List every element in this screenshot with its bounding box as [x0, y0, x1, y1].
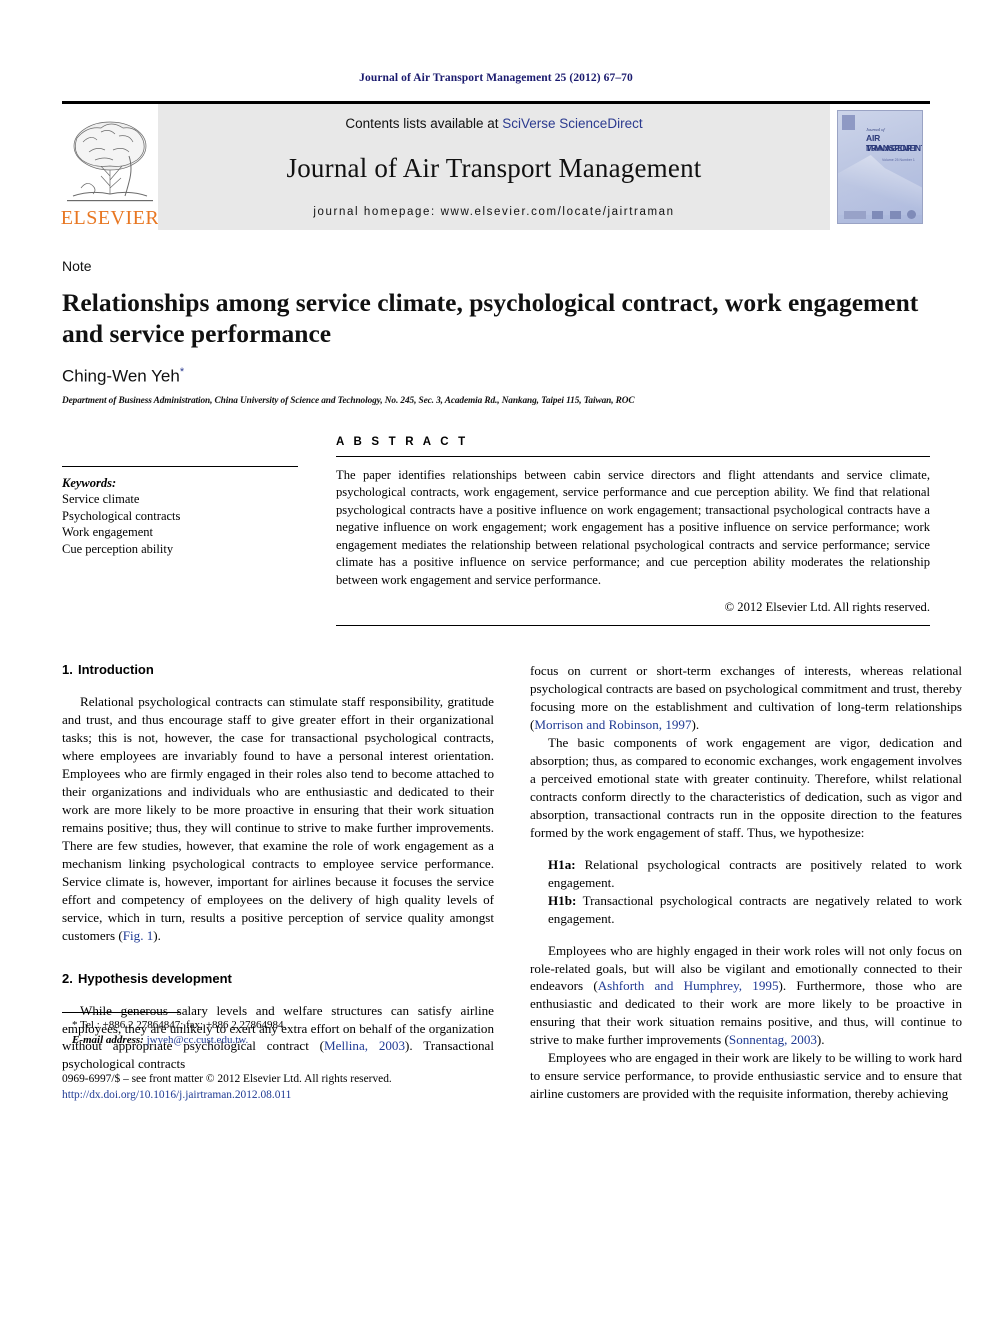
cover-journal-of-label: Journal of: [866, 127, 885, 132]
citation-ashforth-humphrey[interactable]: Ashforth and Humphrey, 1995: [598, 978, 779, 993]
column-footnote-area: * Tel.: +886 2 27864847; fax: +886 2 278…: [62, 1012, 494, 1103]
keyword-item: Psychological contracts: [62, 508, 181, 523]
section-number: 2.: [62, 970, 73, 986]
footnote-rule: [62, 1012, 180, 1014]
email-label: E-mail address:: [72, 1034, 144, 1047]
journal-cover-thumbnail: Journal of AIR TRANSPORT MANAGEMENT Volu…: [830, 104, 930, 230]
hypothesis-h1a: H1a: Relational psychological contracts …: [530, 856, 962, 892]
hypotheses-list: H1a: Relational psychological contracts …: [530, 856, 962, 928]
contents-prefix: Contents lists available at: [345, 116, 503, 131]
abstract-bottom-rule: [336, 625, 930, 627]
figure-1-link[interactable]: Fig. 1: [123, 928, 154, 943]
hypothesis-h1b: H1b: Transactional psychological contrac…: [530, 892, 962, 928]
footnote-email: E-mail address: jwyeh@cc.cust.edu.tw.: [62, 1033, 494, 1048]
article-page: Journal of Air Transport Management 25 (…: [0, 0, 992, 1323]
citation-sonnentag[interactable]: Sonnentag, 2003: [729, 1032, 817, 1047]
keyword-item: Service climate: [62, 491, 140, 506]
doi-link[interactable]: http://dx.doi.org/10.1016/j.jairtraman.2…: [62, 1087, 494, 1103]
right-paragraph-1: focus on current or short-term exchanges…: [530, 662, 962, 734]
section-heading-introduction: 1. Introduction: [62, 662, 494, 677]
issn-line: 0969-6997/$ – see front matter © 2012 El…: [62, 1072, 392, 1085]
right-paragraph-2: The basic components of work engagement …: [530, 735, 962, 840]
journal-masthead: ELSEVIER Contents lists available at Sci…: [60, 101, 930, 230]
issn-footer: 0969-6997/$ – see front matter © 2012 El…: [62, 1071, 494, 1103]
keywords-heading: Keywords:: [62, 475, 117, 490]
article-type-label: Note: [62, 258, 92, 274]
cover-volume-label: Volume 25 Number 1: [882, 158, 915, 162]
rp1-text-b: ).: [691, 717, 700, 733]
author-name: Ching-Wen Yeh*: [62, 366, 930, 387]
right-paragraph-4: Employees who are engaged in their work …: [530, 1050, 962, 1102]
cover-logo-4: [906, 210, 916, 219]
journal-homepage-link[interactable]: journal homepage: www.elsevier.com/locat…: [313, 206, 674, 218]
cover-elsevier-mark: [842, 115, 855, 130]
cover-title-line2: MANAGEMENT: [866, 143, 923, 153]
intro-text-b: ).: [153, 927, 161, 943]
section-heading-hypothesis: 2. Hypothesis development: [62, 971, 494, 986]
journal-title: Journal of Air Transport Management: [286, 153, 702, 183]
footnote-tel: * Tel.: +886 2 27864847; fax: +886 2 278…: [72, 1019, 287, 1032]
intro-text-a: Relational psychological contracts can s…: [62, 694, 494, 943]
abstract-heading: A B S T R A C T: [336, 435, 469, 448]
hypothesis-label: H1a:: [548, 856, 576, 872]
abstract-section: Keywords: Service climate Psychological …: [62, 436, 930, 627]
right-paragraph-3: Employees who are highly engaged in thei…: [530, 942, 962, 1050]
abstract-copyright: © 2012 Elsevier Ltd. All rights reserved…: [724, 600, 930, 615]
section-number: 1.: [62, 662, 73, 678]
citation-morrison-robinson[interactable]: Morrison and Robinson, 1997: [534, 717, 691, 732]
contents-available-line: Contents lists available at SciVerse Sci…: [345, 116, 642, 131]
body-columns: 1. Introduction Relational psychological …: [62, 662, 962, 1103]
hypothesis-text: Relational psychological contracts are p…: [548, 856, 962, 890]
keyword-item: Cue perception ability: [62, 541, 174, 556]
email-link[interactable]: jwyeh@cc.cust.edu.tw.: [147, 1034, 249, 1046]
abstract-block: A B S T R A C T The paper identifies rel…: [336, 436, 930, 627]
sciencedirect-link[interactable]: SciVerse ScienceDirect: [502, 116, 642, 131]
running-head: Journal of Air Transport Management 25 (…: [359, 72, 633, 84]
rp3-text-c: ).: [816, 1032, 825, 1048]
cover-logo-2: [872, 210, 884, 219]
left-column: 1. Introduction Relational psychological …: [62, 662, 494, 1103]
keyword-item: Work engagement: [62, 525, 153, 540]
elsevier-logo: ELSEVIER: [60, 104, 160, 230]
page-title: Relationships among service climate, psy…: [62, 288, 919, 349]
cover-logo-1: [844, 210, 866, 219]
section-title: Hypothesis development: [78, 970, 232, 986]
masthead-center: Contents lists available at SciVerse Sci…: [158, 104, 830, 230]
right-column: focus on current or short-term exchanges…: [530, 662, 962, 1103]
author-affiliation: Department of Business Administration, C…: [62, 395, 635, 406]
cover-logo-3: [889, 210, 901, 219]
cover-plane-graphic: [838, 155, 922, 215]
hypothesis-label: H1b:: [548, 892, 577, 908]
author-footnote-marker[interactable]: *: [180, 366, 184, 378]
intro-paragraph: Relational psychological contracts can s…: [62, 693, 494, 944]
section-title: Introduction: [78, 662, 154, 678]
hypothesis-text: Transactional psychological contracts ar…: [548, 892, 962, 926]
cover-image: Journal of AIR TRANSPORT MANAGEMENT Volu…: [837, 110, 923, 224]
cover-footer-logos: [844, 210, 916, 219]
elsevier-wordmark: ELSEVIER: [60, 207, 160, 229]
abstract-text: The paper identifies relationships betwe…: [336, 467, 930, 587]
keywords-block: Keywords: Service climate Psychological …: [62, 465, 298, 627]
elsevier-tree-icon: [67, 121, 153, 202]
author-label: Ching-Wen Yeh: [62, 366, 180, 386]
